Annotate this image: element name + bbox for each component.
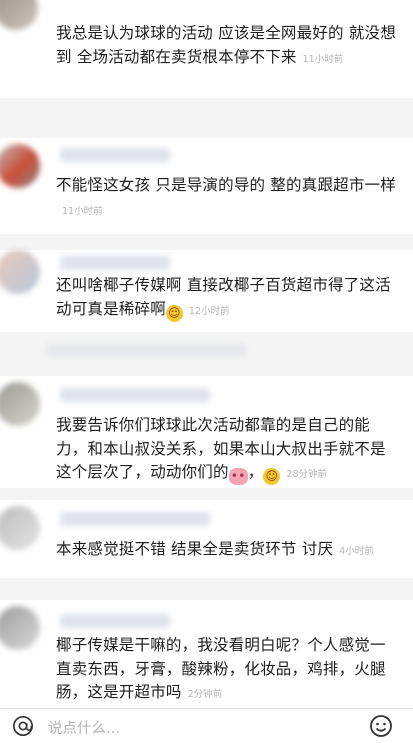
comment-body: 还叫啥椰子传媒啊 直接改椰子百货超市得了这活动可真是稀碎啊 ☺ 12小时前: [56, 274, 401, 323]
comment-body: 椰子传媒是干嘛的，我没看明白呢？个人感觉一直卖东西，牙膏，酸辣粉，化妆品，鸡排，…: [56, 634, 401, 707]
smile-icon[interactable]: [369, 714, 393, 738]
username[interactable]: [60, 388, 210, 402]
comment-item[interactable]: 本来感觉挺不错 结果全是卖货环节 讨厌 4小时前: [0, 500, 413, 578]
comment-body: 不能怪这女孩 只是导演的导的 整的真跟超市一样 11小时前: [56, 174, 401, 223]
avatar[interactable]: [0, 0, 38, 30]
username[interactable]: [60, 512, 210, 526]
comment-text: 不能怪这女孩 只是导演的导的 整的真跟超市一样: [56, 176, 396, 194]
comment-time: 11小时前: [62, 205, 103, 217]
comment-time: 4小时前: [339, 546, 374, 557]
laugh-emoji-icon: ☺: [263, 468, 281, 485]
username[interactable]: [60, 256, 170, 270]
comment-body: 我总是认为球球的活动 应该是全网最好的 就没想到 全场活动都在卖货根本停不下来 1…: [56, 22, 401, 71]
comment-item[interactable]: 椰子传媒是干嘛的，我没看明白呢？个人感觉一直卖东西，牙膏，酸辣粉，化妆品，鸡排，…: [0, 600, 413, 708]
comment-text-tail: ，: [247, 463, 264, 481]
replies-link[interactable]: [46, 344, 246, 356]
comment-input[interactable]: 说点什么...: [48, 717, 120, 738]
comment-item[interactable]: 不能怪这女孩 只是导演的导的 整的真跟超市一样 11小时前: [0, 138, 413, 234]
avatar[interactable]: [0, 606, 40, 650]
comment-time: 11小时前: [302, 53, 344, 65]
laugh-emoji-icon: ☺: [165, 304, 183, 322]
avatar[interactable]: [0, 506, 40, 550]
comment-text: 我要告诉你们球球此次活动都靠的是自己的能力，和本山叔没关系，如果本山大叔出手就不…: [56, 416, 386, 481]
comment-body: 我要告诉你们球球此次活动都靠的是自己的能力，和本山叔没关系，如果本山大叔出手就不…: [56, 414, 401, 487]
comment-time: 2分钟前: [187, 689, 223, 700]
comment-input-bar: 说点什么...: [0, 708, 413, 743]
avatar[interactable]: [0, 144, 40, 188]
comment-text: 本来感觉挺不错 结果全是卖货环节 讨厌: [56, 540, 334, 558]
comment-body: 本来感觉挺不错 结果全是卖货环节 讨厌 4小时前: [56, 538, 401, 564]
username[interactable]: [60, 614, 170, 628]
at-icon[interactable]: [12, 715, 34, 737]
comment-text: 我总是认为球球的活动 应该是全网最好的 就没想到 全场活动都在卖货根本停不下来: [56, 24, 396, 66]
username[interactable]: [60, 148, 170, 162]
comment-time: 12小时前: [188, 305, 230, 317]
comment-item[interactable]: 我要告诉你们球球此次活动都靠的是自己的能力，和本山叔没关系，如果本山大叔出手就不…: [0, 376, 413, 488]
comment-item[interactable]: 还叫啥椰子传媒啊 直接改椰子百货超市得了这活动可真是稀碎啊 ☺ 12小时前: [0, 250, 413, 332]
avatar[interactable]: [0, 382, 40, 426]
pig-emoji-icon: ••: [228, 468, 248, 485]
avatar[interactable]: [0, 250, 40, 294]
comment-time: 28分钟前: [286, 469, 327, 480]
comment-item[interactable]: 我总是认为球球的活动 应该是全网最好的 就没想到 全场活动都在卖货根本停不下来 1…: [0, 0, 413, 98]
